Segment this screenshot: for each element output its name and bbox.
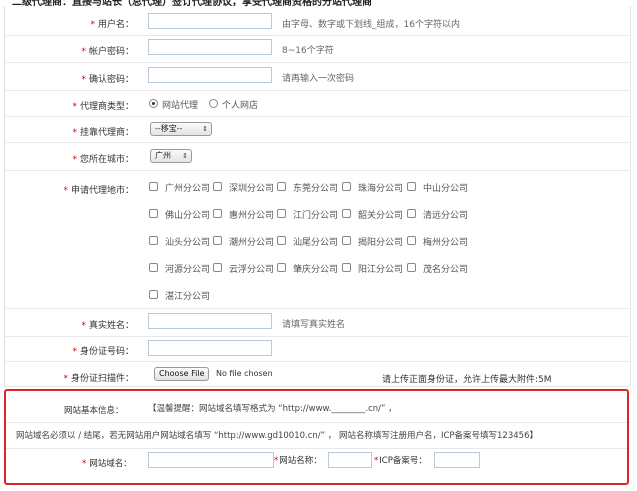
area-label: 梅州分公司	[423, 238, 469, 248]
password-label: * 帐户密码：	[81, 47, 134, 57]
area-checkbox[interactable]	[407, 263, 416, 272]
area-checkbox[interactable]	[213, 182, 222, 191]
area-checkbox[interactable]	[277, 182, 286, 191]
area-label: 汕尾分公司	[293, 238, 339, 248]
agent-type-option-shop: 个人网店	[222, 101, 259, 111]
site-info-divider	[6, 422, 627, 423]
area-label: 云浮分公司	[229, 265, 275, 275]
file-status: No file chosen	[216, 369, 273, 378]
id-number-input[interactable]	[148, 340, 272, 356]
area-checkbox[interactable]	[213, 263, 222, 272]
site-name-input[interactable]	[328, 452, 372, 468]
area-label: 揭阳分公司	[358, 238, 404, 248]
domain-input[interactable]	[148, 452, 274, 468]
site-info-label: 网站基本信息：	[64, 406, 124, 416]
area-checkbox[interactable]	[277, 209, 286, 218]
id-scan-hint: 请上传正面身份证，允许上传最大附件:5M	[382, 375, 552, 385]
id-scan-label: * 身份证扫描件：	[63, 374, 134, 384]
password-input[interactable]	[148, 39, 272, 55]
city-label: * 您所在城市：	[72, 155, 134, 165]
area-checkbox[interactable]	[342, 263, 351, 272]
username-input[interactable]	[148, 13, 272, 29]
area-checkbox[interactable]	[213, 209, 222, 218]
area-label: 潮州分公司	[229, 238, 275, 248]
area-label: 清远分公司	[423, 211, 469, 221]
username-hint: 由字母、数字或下划线_组成，16个字符以内	[282, 20, 460, 30]
area-checkbox[interactable]	[342, 236, 351, 245]
area-checkbox[interactable]	[149, 236, 158, 245]
site-info-tip: 【温馨提醒：网站域名填写格式为 “http://www.________.cn/…	[148, 404, 397, 414]
area-checkbox[interactable]	[277, 236, 286, 245]
id-scan-row: * 身份证扫描件： Choose File No file chosen 请上传正…	[4, 362, 629, 387]
site-info-box: 网站基本信息： 【温馨提醒：网站域名填写格式为 “http://www.____…	[4, 389, 629, 485]
area-label: 湛江分公司	[165, 292, 211, 302]
area-checkbox[interactable]	[149, 290, 158, 299]
confirm-password-hint: 请再输入一次密码	[282, 74, 355, 84]
area-label: 珠海分公司	[358, 184, 404, 194]
id-number-label: * 身份证号码：	[72, 347, 134, 357]
area-label: 广州分公司	[165, 184, 211, 194]
username-row: * 用户名： 由字母、数字或下划线_组成，16个字符以内	[4, 8, 629, 36]
area-checkbox[interactable]	[407, 182, 416, 191]
city-value: 广州	[155, 151, 171, 160]
apply-areas-label: * 申请代理地市：	[63, 186, 134, 196]
area-label: 河源分公司	[165, 265, 211, 275]
area-checkbox[interactable]	[277, 263, 286, 272]
area-checkbox[interactable]	[149, 182, 158, 191]
area-label: 东莞分公司	[293, 184, 339, 194]
area-label: 深圳分公司	[229, 184, 275, 194]
city-select[interactable]: 广州 ⇕	[150, 149, 192, 163]
parent-agent-value: --移宝--	[155, 124, 183, 133]
real-name-hint: 请填写真实姓名	[282, 320, 346, 330]
area-label: 茂名分公司	[423, 265, 469, 275]
select-arrows-icon: ⇕	[202, 125, 208, 133]
agent-type-label: * 代理商类型：	[72, 102, 134, 112]
id-number-row: * 身份证号码：	[4, 337, 629, 362]
agent-type-row: * 代理商类型： 网站代理 个人网店	[4, 91, 629, 117]
username-label: * 用户名：	[90, 20, 134, 30]
apply-areas-row: * 申请代理地市： 广州分公司 深圳分公司 东莞分公司 珠海分公司 中山分公司佛山分公司 惠…	[4, 171, 629, 309]
area-label: 肇庆分公司	[293, 265, 339, 275]
area-checkbox[interactable]	[149, 209, 158, 218]
parent-agent-select[interactable]: --移宝-- ⇕	[150, 122, 212, 136]
site-info-note: 网站域名必须以 / 结尾，若无网站用户网站域名填写 “http://www.gd…	[16, 431, 538, 441]
city-row: * 您所在城市： 广州 ⇕	[4, 143, 629, 171]
area-label: 江门分公司	[293, 211, 339, 221]
parent-agent-row: * 挂靠代理商： --移宝-- ⇕	[4, 117, 629, 143]
confirm-password-label: * 确认密码：	[81, 75, 134, 85]
area-checkbox[interactable]	[342, 209, 351, 218]
area-label: 惠州分公司	[229, 211, 275, 221]
password-row: * 帐户密码： 8~16个字符	[4, 36, 629, 63]
confirm-password-input[interactable]	[148, 67, 272, 83]
domain-label: * 网站域名：	[82, 459, 132, 469]
icp-input[interactable]	[434, 452, 480, 468]
area-label: 佛山分公司	[165, 211, 211, 221]
site-name-label: *网站名称：	[274, 456, 322, 466]
area-label: 汕头分公司	[165, 238, 211, 248]
real-name-row: * 真实姓名： 请填写真实姓名	[4, 309, 629, 337]
area-label: 韶关分公司	[358, 211, 404, 221]
area-label: 中山分公司	[423, 184, 469, 194]
agent-type-radio-website[interactable]	[149, 99, 158, 108]
site-info-divider-2	[6, 448, 627, 449]
area-checkbox[interactable]	[407, 209, 416, 218]
agent-type-radio-shop[interactable]	[209, 99, 218, 108]
area-checkbox[interactable]	[342, 182, 351, 191]
parent-agent-label: * 挂靠代理商：	[72, 128, 134, 138]
area-checkbox[interactable]	[407, 236, 416, 245]
real-name-label: * 真实姓名：	[81, 321, 134, 331]
password-hint: 8~16个字符	[282, 46, 334, 56]
area-label: 阳江分公司	[358, 265, 404, 275]
agent-type-option-website: 网站代理	[162, 101, 199, 111]
area-checkbox[interactable]	[213, 236, 222, 245]
icp-label: *ICP备案号：	[374, 456, 427, 466]
confirm-password-row: * 确认密码： 请再输入一次密码	[4, 63, 629, 91]
real-name-input[interactable]	[148, 313, 272, 329]
choose-file-button[interactable]: Choose File	[154, 367, 210, 381]
area-checkbox[interactable]	[149, 263, 158, 272]
select-arrows-icon: ⇕	[182, 152, 188, 160]
